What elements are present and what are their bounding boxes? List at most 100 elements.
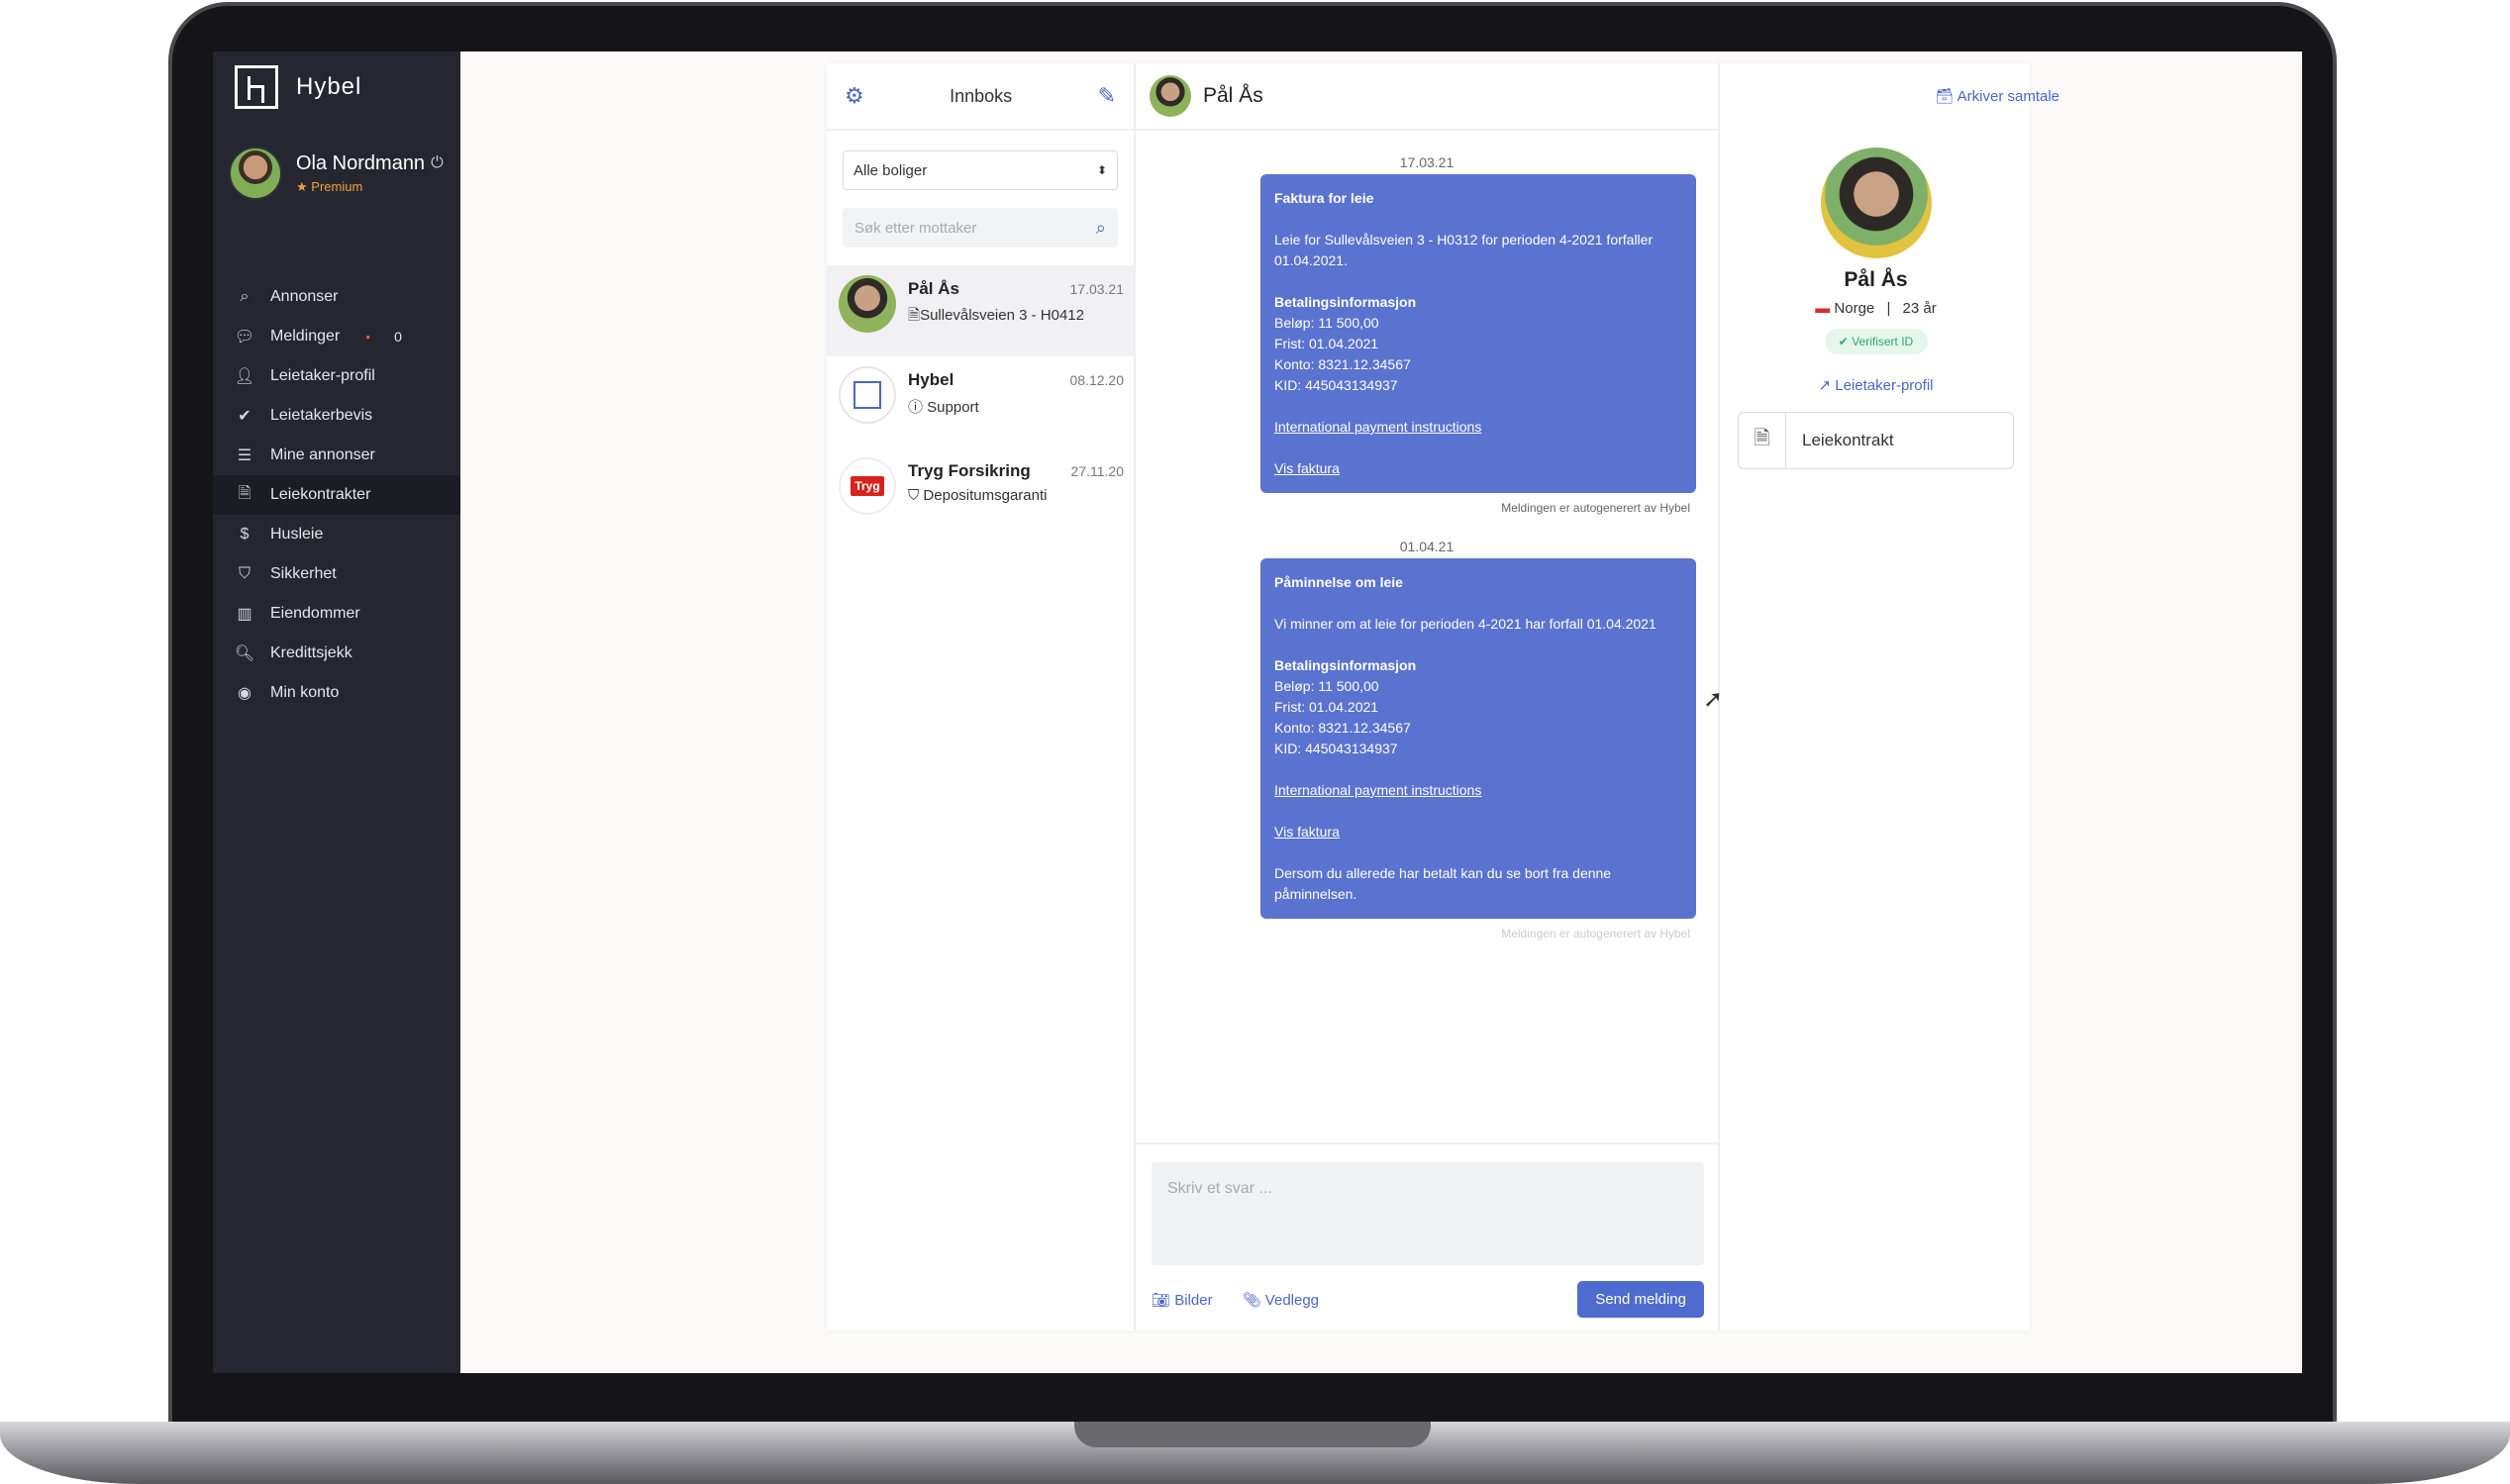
select-arrows-icon: ⬍	[1096, 163, 1107, 177]
message-body: Leie for Sullevålsveien 3 - H0312 for pe…	[1274, 232, 1654, 268]
gear-icon[interactable]: ⚙	[845, 83, 864, 109]
sidebar-item-sikkerhet[interactable]: ⛉ Sikkerhet	[213, 554, 460, 594]
message-bubble: Påminnelse om leie Vi minner om at leie …	[1260, 558, 1696, 919]
search-icon: ⌕	[1095, 217, 1106, 238]
add-images-button[interactable]: 📷︎ Bilder	[1152, 1291, 1213, 1309]
tenant-profile-link[interactable]: ↗ Leietaker-profil	[1722, 376, 2030, 394]
sidebar-item-leietaker-profil[interactable]: 👤︎ Leietaker-profil	[213, 356, 460, 396]
conversation-subtitle: 🗎Sullevålsveien 3 - H0412	[908, 305, 1084, 330]
conversation-date: 27.11.20	[1070, 463, 1124, 479]
payment-account: Konto: 8321.12.34567	[1274, 720, 1411, 736]
verified-id-badge: ✔ Verifisert ID	[1824, 329, 1928, 354]
compose-icon[interactable]: ✎	[1098, 83, 1116, 109]
profile-name: Pål Ås	[1844, 268, 1908, 291]
payment-kid: KID: 445043134937	[1274, 741, 1398, 756]
sidebar-item-label: Min konto	[270, 684, 340, 701]
lease-contract-card[interactable]: 🗎 Leiekontrakt	[1738, 412, 2014, 469]
inbox-header: ⚙ Innboks ✎	[827, 63, 1134, 131]
sidebar-item-mine-annonser[interactable]: ☰ Mine annonser	[213, 436, 460, 475]
reply-placeholder: Skriv et svar ...	[1167, 1180, 1272, 1197]
user-profile[interactable]: Ola Nordmann ⏻ ★ Premium	[229, 147, 444, 200]
sidebar-item-min-konto[interactable]: ◉ Min konto	[213, 673, 460, 713]
sidebar-item-label: Eiendommer	[270, 605, 360, 622]
sidebar-item-label: Leiekontrakter	[270, 486, 371, 503]
add-images-label: Bilder	[1174, 1291, 1213, 1309]
add-attachment-label: Vedlegg	[1264, 1291, 1320, 1309]
profile-separator: |	[1886, 300, 1891, 317]
add-attachment-button[interactable]: 📎︎ Vedlegg	[1243, 1291, 1319, 1309]
search-icon: ⌕	[240, 288, 250, 305]
profile-meta: ▬ Norge | 23 år	[1722, 300, 2030, 317]
sidebar-nav: ⌕ Annonser 💬︎ Meldinger • 0 👤︎ Leietaker-prof…	[213, 277, 460, 713]
message-list: 17.03.21 Faktura for leie Leie for Sulle…	[1136, 131, 1718, 940]
list-item[interactable]: Tryg Tryg Forsikring ⛉ Depositumsgaranti…	[827, 447, 1134, 539]
document-icon: 🗎	[238, 484, 251, 502]
shield-icon: ⛉	[238, 565, 251, 582]
sidebar-item-kredittsjekk[interactable]: 🔍︎ Kredittsjekk	[213, 634, 460, 673]
chat-thread: Pål Ås 🗃︎ Arkiver samtale 17.03.21 Faktu…	[1136, 63, 2059, 1331]
list-item[interactable]: Hybel ⓘ Support 08.12.20	[827, 356, 1134, 447]
app-screen: Hybel Ola Nordmann ⏻ ★ Premium ⌕ Annonser…	[213, 51, 2302, 1373]
user-icon: 👤︎	[234, 368, 255, 385]
payment-amount: Beløp: 11 500,00	[1274, 678, 1379, 694]
conversation-name: Pål Ås	[908, 279, 959, 298]
conversation-date: 08.12.20	[1069, 372, 1125, 388]
laptop-notch	[1074, 1422, 1431, 1447]
sidebar-item-meldinger[interactable]: 💬︎ Meldinger • 0	[213, 317, 460, 356]
message-title: Påminnelse om leie	[1274, 574, 1403, 590]
verified-label: Verifisert ID	[1852, 335, 1914, 348]
chat-header: Pål Ås 🗃︎ Arkiver samtale	[1136, 63, 2059, 131]
avatar	[839, 275, 896, 333]
brand[interactable]: Hybel	[235, 65, 361, 109]
payment-instructions-link[interactable]: International payment instructions	[1274, 782, 1481, 798]
view-invoice-link[interactable]: Vis faktura	[1274, 824, 1340, 840]
sidebar-item-eiendommer[interactable]: ▥ Eiendommer	[213, 594, 460, 634]
view-invoice-link[interactable]: Vis faktura	[1274, 460, 1340, 476]
unread-dot: •	[365, 329, 371, 345]
recipient-search-input[interactable]: Søk etter mottaker ⌕	[843, 208, 1118, 247]
payment-account: Konto: 8321.12.34567	[1274, 356, 1411, 372]
conversation-list: Pål Ås 🗎Sullevålsveien 3 - H0412 17.03.2…	[827, 265, 1134, 539]
message-footer: Dersom du allerede har betalt kan du se …	[1274, 865, 1612, 902]
send-message-button[interactable]: Send melding	[1577, 1281, 1704, 1318]
tryg-logo-text: Tryg	[851, 476, 884, 496]
profile-age: 23 år	[1902, 300, 1937, 317]
external-link-icon: ↗	[1818, 377, 1836, 394]
chat-contact-name: Pål Ås	[1203, 84, 1263, 107]
profile-country: Norge	[1834, 300, 1875, 317]
sidebar-item-label: Meldinger	[270, 328, 341, 345]
hybel-logo-icon	[839, 366, 896, 424]
sidebar-item-label: Annonser	[270, 288, 339, 305]
lease-contract-label: Leiekontrakt	[1802, 431, 1894, 449]
composer-actions: 📷︎ Bilder 📎︎ Vedlegg Send melding	[1136, 1265, 1720, 1318]
payment-due: Frist: 01.04.2021	[1274, 699, 1379, 715]
sidebar-item-label: Leietakerbevis	[270, 407, 373, 424]
payment-kid: KID: 445043134937	[1274, 377, 1398, 393]
search-placeholder: Søk etter mottaker	[854, 219, 977, 237]
inbox-title: Innboks	[950, 85, 1013, 106]
property-filter-select[interactable]: Alle boliger ⬍	[843, 150, 1118, 190]
dollar-icon: $	[240, 526, 250, 543]
check-circle-icon: ✔	[238, 408, 251, 425]
message-title: Faktura for leie	[1274, 190, 1374, 206]
reply-textarea[interactable]: Skriv et svar ...	[1152, 1162, 1704, 1265]
list-item[interactable]: Pål Ås 🗎Sullevålsveien 3 - H0412 17.03.2…	[827, 265, 1134, 356]
mouse-cursor-icon: ➚	[1703, 686, 1724, 713]
sidebar-item-leiekontrakter[interactable]: 🗎 Leiekontrakter	[213, 475, 460, 515]
payment-amount: Beløp: 11 500,00	[1274, 315, 1379, 331]
question-icon: ⓘ	[908, 399, 928, 416]
contact-profile: Pål Ås ▬ Norge | 23 år ✔ Verifisert ID ↗…	[1722, 63, 2030, 1331]
sidebar-item-husleie[interactable]: $ Husleie	[213, 515, 460, 554]
account-icon: ◉	[238, 685, 251, 702]
autogenerated-note: Meldingen er autogenerert av Hybel	[1501, 501, 1690, 515]
sidebar-item-leietakerbevis[interactable]: ✔ Leietakerbevis	[213, 396, 460, 436]
sidebar-item-label: Sikkerhet	[270, 565, 337, 582]
payment-instructions-link[interactable]: International payment instructions	[1274, 419, 1481, 435]
check-shield-icon: ✔	[1838, 335, 1853, 348]
autogenerated-note: Meldingen er autogenerert av Hybel	[1501, 927, 1690, 940]
power-icon[interactable]: ⏻	[431, 154, 444, 172]
tenant-profile-label: Leietaker-profil	[1835, 377, 1934, 394]
conversation-subtitle-text: Support	[927, 399, 979, 416]
premium-badge: ★ Premium	[296, 178, 363, 194]
sidebar-item-annonser[interactable]: ⌕ Annonser	[213, 277, 460, 317]
